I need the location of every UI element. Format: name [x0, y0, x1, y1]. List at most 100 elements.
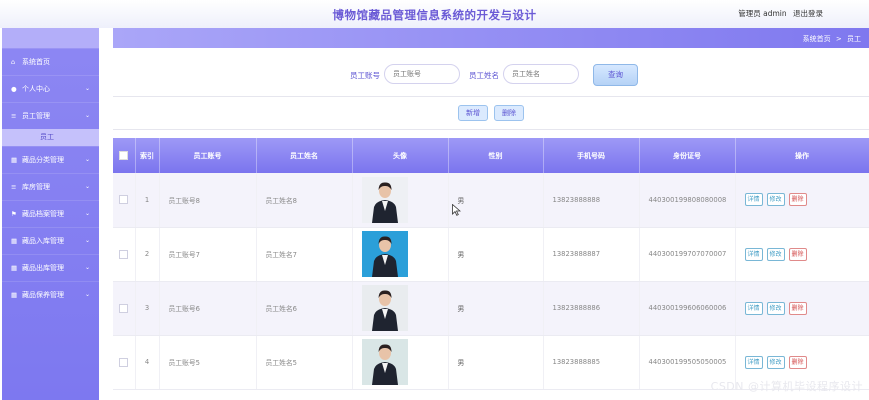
sidebar: ⌂ 系统首页 ● 个人中心 ⌄ ≡ 员工管理 ⌄ 员工 ▦ 藏品分类管理 ⌄ ≡ 库房管理 ⌄ ⚑ 藏品档案管理… — [2, 28, 99, 400]
name-label: 员工姓名 — [469, 71, 499, 80]
chevron-down-icon: ⌄ — [84, 264, 90, 271]
avatar-cell — [352, 335, 449, 390]
avatar — [361, 285, 408, 331]
account-cell: 员工账号7 — [159, 227, 257, 282]
phone-cell: 13823888885 — [543, 335, 640, 390]
grid-icon: ▦ — [11, 156, 18, 164]
row-select-cell[interactable] — [113, 335, 136, 390]
delete-button[interactable]: 删除 — [788, 247, 807, 261]
edit-button[interactable]: 修改 — [766, 301, 785, 315]
row-select-cell[interactable] — [113, 281, 136, 336]
table-row[interactable]: 1 员工账号8 员工姓名8 男 13823888888 44030019980808000… — [113, 173, 869, 228]
sidebar-item-label: 库房管理 — [22, 183, 50, 191]
header-index: 索引 — [135, 138, 160, 173]
header-phone[interactable]: 手机号码 — [543, 138, 640, 173]
breadcrumb-home[interactable]: 系统首页 — [803, 35, 831, 43]
account-cell: 员工账号6 — [159, 281, 257, 336]
account-label: 员工账号 — [350, 71, 380, 80]
delete-button[interactable]: 删除 — [788, 301, 807, 315]
employee-table: 索引 员工账号 员工姓名 头像 性别 手机号码 身份证号 操作 1 员工账号8 员工… — [113, 138, 869, 390]
breadcrumb-current: 员工 — [847, 35, 861, 43]
gender-cell: 男 — [448, 227, 544, 282]
header-avatar[interactable]: 头像 — [352, 138, 449, 173]
sidebar-item-7[interactable]: ▦ 藏品入库管理 ⌄ — [2, 227, 99, 254]
home-icon: ⌂ — [11, 58, 16, 66]
list-icon: ≡ — [11, 112, 17, 120]
row-select-cell[interactable] — [113, 227, 136, 282]
avatar — [361, 231, 408, 277]
edit-button[interactable]: 修改 — [766, 247, 785, 261]
detail-button[interactable]: 详情 — [744, 247, 763, 261]
row-checkbox[interactable] — [119, 357, 129, 367]
sidebar-subitem-employee[interactable]: 员工 — [2, 129, 99, 146]
sidebar-header — [2, 28, 99, 48]
chevron-down-icon: ⌄ — [84, 112, 90, 119]
row-checkbox[interactable] — [119, 195, 129, 205]
sidebar-item-label: 藏品档案管理 — [22, 210, 64, 218]
detail-button[interactable]: 详情 — [744, 355, 763, 369]
sidebar-item-label: 藏品入库管理 — [22, 237, 64, 245]
gender-cell: 男 — [448, 173, 544, 228]
account-search-input[interactable] — [384, 64, 460, 84]
select-all-cell[interactable] — [113, 138, 136, 173]
avatar — [361, 339, 408, 385]
list-icon: ≡ — [11, 183, 17, 191]
user-icon: ● — [11, 85, 17, 93]
sidebar-item-label: 个人中心 — [22, 85, 50, 93]
sidebar-item-6[interactable]: ⚑ 藏品档案管理 ⌄ — [2, 200, 99, 227]
sidebar-item-4[interactable]: ▦ 藏品分类管理 ⌄ — [2, 146, 99, 173]
sidebar-item-2[interactable]: ● 个人中心 ⌄ — [2, 75, 99, 102]
name-search-input[interactable] — [503, 64, 579, 84]
header-account[interactable]: 员工账号 — [159, 138, 257, 173]
phone-cell: 13823888888 — [543, 173, 640, 228]
batch-delete-button[interactable]: 删除 — [494, 105, 524, 121]
avatar — [361, 176, 408, 223]
sidebar-item-5[interactable]: ≡ 库房管理 ⌄ — [2, 173, 99, 200]
index-cell: 3 — [135, 281, 160, 336]
table-header-row: 索引 员工账号 员工姓名 头像 性别 手机号码 身份证号 操作 — [113, 138, 869, 173]
row-checkbox[interactable] — [119, 303, 129, 313]
delete-button[interactable]: 删除 — [788, 193, 807, 207]
table-row[interactable]: 3 员工账号6 员工姓名6 男 13823888886 44030019960606000… — [113, 281, 869, 336]
search-form: 员工账号 员工姓名 查询 — [113, 58, 869, 94]
index-cell: 4 — [135, 335, 160, 390]
header-gender[interactable]: 性别 — [448, 138, 544, 173]
index-cell: 1 — [135, 173, 160, 228]
id-card-cell: 440300199808080008 — [639, 173, 736, 228]
index-cell: 2 — [135, 227, 160, 282]
header-name[interactable]: 员工姓名 — [256, 138, 353, 173]
row-checkbox[interactable] — [119, 249, 129, 259]
phone-cell: 13823888886 — [543, 281, 640, 336]
sidebar-item-8[interactable]: ▦ 藏品出库管理 ⌄ — [2, 254, 99, 281]
sidebar-item-9[interactable]: ▦ 藏品保养管理 ⌄ — [2, 281, 99, 308]
detail-button[interactable]: 详情 — [744, 193, 763, 207]
add-button[interactable]: 新增 — [458, 105, 488, 121]
mouse-cursor-icon — [452, 204, 461, 216]
gender-cell: 男 — [448, 335, 544, 390]
delete-button[interactable]: 删除 — [788, 355, 807, 369]
operations-cell: 详情 修改 删除 — [735, 227, 869, 282]
avatar-cell — [352, 281, 449, 336]
select-all-checkbox[interactable] — [119, 151, 129, 160]
phone-cell: 13823888887 — [543, 227, 640, 282]
name-cell: 员工姓名5 — [256, 335, 353, 390]
sidebar-item-3[interactable]: ≡ 员工管理 ⌄ — [2, 102, 99, 129]
edit-button[interactable]: 修改 — [766, 355, 785, 369]
row-select-cell[interactable] — [113, 173, 136, 228]
account-cell: 员工账号5 — [159, 335, 257, 390]
detail-button[interactable]: 详情 — [744, 301, 763, 315]
operations-cell: 详情 修改 删除 — [735, 173, 869, 228]
table-row[interactable]: 2 员工账号7 员工姓名7 男 13823888887 44030019970707000… — [113, 227, 869, 282]
edit-button[interactable]: 修改 — [766, 193, 785, 207]
sidebar-item-1[interactable]: ⌂ 系统首页 — [2, 48, 99, 75]
chevron-down-icon: ⌄ — [84, 156, 90, 163]
header-operations: 操作 — [735, 138, 869, 173]
chevron-down-icon: ⌄ — [84, 291, 90, 298]
sidebar-item-label: 系统首页 — [22, 58, 50, 66]
avatar-cell — [352, 173, 449, 228]
query-button[interactable]: 查询 — [593, 64, 638, 86]
action-bar: 新增 删除 — [113, 96, 869, 130]
logout-link[interactable]: 退出登录 — [793, 9, 823, 18]
header-id-card[interactable]: 身份证号 — [639, 138, 736, 173]
name-cell: 员工姓名7 — [256, 227, 353, 282]
